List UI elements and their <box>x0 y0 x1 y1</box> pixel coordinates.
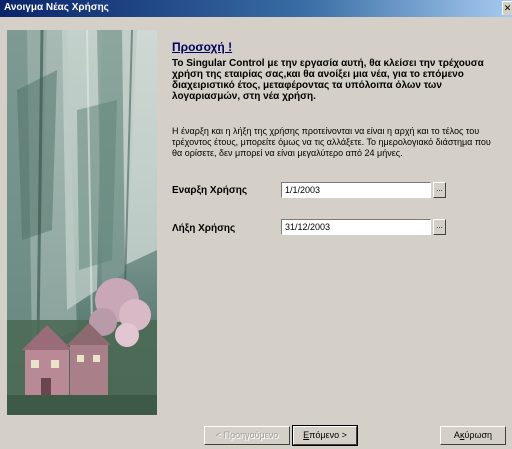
start-date-picker-button[interactable]: ... <box>433 182 446 198</box>
cancel-button[interactable]: Ακύρωση <box>440 426 506 445</box>
end-date-label: Λήξη Χρήσης <box>172 223 236 234</box>
window-title: Ανοιγμα Νέας Χρήσης <box>4 2 109 13</box>
start-date-input[interactable] <box>281 182 431 198</box>
back-button[interactable]: < Προηγούμενο <box>204 426 290 445</box>
close-button[interactable]: ✕ <box>502 1 512 15</box>
next-label: πόμενο > <box>309 430 347 440</box>
end-date-input[interactable] <box>281 219 431 235</box>
start-date-label: Εναρξη Χρήσης <box>172 185 248 196</box>
notice-heading: Προσοχή ! <box>172 40 233 54</box>
title-bar[interactable]: Ανοιγμα Νέας Χρήσης ✕ <box>0 0 512 17</box>
wizard-window: Ανοιγμα Νέας Χρήσης ✕ Προσοχή ! Το Singu… <box>0 0 512 449</box>
wizard-illustration <box>7 30 157 415</box>
close-icon: ✕ <box>503 3 512 13</box>
warning-text: Το Singular Control με την εργασία αυτή,… <box>172 58 484 102</box>
cancel-label-end: ύρωση <box>464 430 493 440</box>
next-button[interactable]: Επόμενο > <box>292 425 358 446</box>
end-date-picker-button[interactable]: ... <box>433 219 446 235</box>
info-text: Η έναρξη και η λήξη της χρήσης προτείνον… <box>172 126 491 158</box>
